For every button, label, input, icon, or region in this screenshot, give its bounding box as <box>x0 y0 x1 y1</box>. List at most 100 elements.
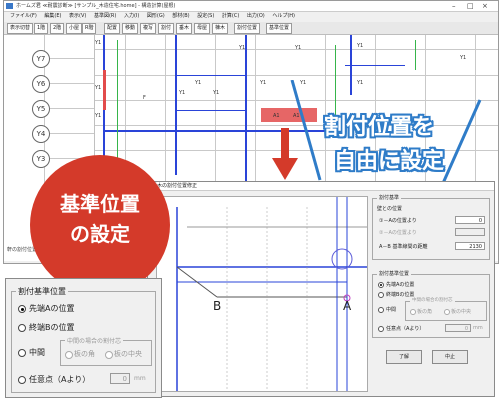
tool-layout-position[interactable]: 割付位置 <box>234 23 261 34</box>
tool-view-toggle[interactable]: 表示切替 <box>7 23 34 34</box>
minimize-icon[interactable]: – <box>452 1 456 11</box>
axis-y6: Y6 <box>32 75 50 93</box>
zoom-radio-arbitrary-label: 任意点（Aより） <box>29 375 91 384</box>
radio-middle-label: 中間 <box>386 307 397 313</box>
tool-ridge[interactable]: 棟木 <box>212 23 229 34</box>
base-position-legend: 割付基準位置 <box>377 270 412 277</box>
axis-y3: Y3 <box>32 150 50 168</box>
bubble-line2: の設定 <box>70 222 130 246</box>
radio-board-corner-label: 板の角 <box>417 309 433 315</box>
menu-calc[interactable]: 計算(C) <box>222 13 239 19</box>
wall-position-label: 壁との位置 <box>377 206 402 212</box>
radio-board-corner[interactable] <box>410 309 416 315</box>
menu-input[interactable]: 入力(I) <box>124 13 139 19</box>
dialog-preview: B A <box>156 196 368 392</box>
rafter-layout-dialog: 垂木の割付位置修正 B A 割付基準 壁との位置 ①－Aの位置より 0 ②－Aの… <box>147 181 495 397</box>
base-position-callout: 基準位置 の設定 <box>30 155 170 305</box>
tool-floor1[interactable]: 1階 <box>34 23 49 34</box>
tool-floor2[interactable]: 2階 <box>50 23 65 34</box>
canvas-label: Y1 <box>95 85 102 91</box>
middle-core-group: 中間の場合の割付芯 板の角 板の中央 <box>405 297 487 321</box>
radio-board-center-label: 板の中央 <box>451 309 472 315</box>
zoom-radio-start-a[interactable] <box>18 305 26 313</box>
app-icon <box>6 3 13 9</box>
down-arrow-icon <box>272 128 298 180</box>
tool-move[interactable]: 移動 <box>122 23 139 34</box>
canvas-label: Y1 <box>213 90 220 96</box>
zoom-radio-board-center[interactable] <box>105 351 113 359</box>
menu-bar: ファイル(F) 編集(E) 表示(V) 基準図(R) 入力(I) 図形(G) 部… <box>4 11 498 21</box>
canvas-label: Y1 <box>460 55 467 61</box>
preview-label-a: A <box>343 299 352 313</box>
axis-y4: Y4 <box>32 125 50 143</box>
canvas-label: Y1 <box>195 80 202 86</box>
cancel-button[interactable]: 中止 <box>432 350 468 364</box>
zoom-radio-board-center-label: 板の中央 <box>114 350 142 358</box>
canvas-label: Y1 <box>239 45 246 51</box>
radio-board-center[interactable] <box>444 309 450 315</box>
preview-label-b: B <box>213 299 222 313</box>
maximize-icon[interactable]: □ <box>467 1 474 11</box>
tool-base-position[interactable]: 基準位置 <box>266 23 293 34</box>
row3-label: A－B 基準線間の距離 <box>379 244 428 250</box>
zoom-middle-core-group: 中間の場合の割付芯 板の角 板の中央 <box>60 336 152 366</box>
canvas-label: Y1 <box>357 43 364 49</box>
row1-input[interactable]: 0 <box>455 216 485 224</box>
menu-help[interactable]: ヘルプ(H) <box>272 13 295 19</box>
zoom-radio-arbitrary[interactable] <box>18 376 26 384</box>
menu-edit[interactable]: 編集(E) <box>44 13 61 19</box>
layout-position-callout: 割付位置を 自由に設定 <box>316 105 492 175</box>
callout-right-line1: 割付位置を <box>324 115 435 140</box>
menu-file[interactable]: ファイル(F) <box>10 13 37 19</box>
row1-label: ①－Aの位置より <box>379 218 417 224</box>
window-title: ホームズ君 ≪耐震診断≫ [サンプル_木造住宅.home] - 構造計算(屋根) <box>16 3 176 9</box>
canvas-label: Y1 <box>295 45 302 51</box>
axis-y7: Y7 <box>32 50 50 68</box>
menu-view[interactable]: 表示(V) <box>69 13 86 19</box>
zoomed-base-position-panel: 割付基準位置 先端Aの位置 終端Bの位置 中間 中間の場合の割付芯 板の角 板の… <box>5 278 162 398</box>
axis-y5: Y5 <box>32 100 50 118</box>
zoom-radio-end-b-label: 終端Bの位置 <box>29 323 75 332</box>
zoom-arbitrary-input[interactable]: 0 <box>110 373 130 384</box>
toolbar: 表示切替 1階 2階 小屋 R階 配置 移動 複写 割付 垂木 母屋 棟木 割付… <box>4 22 498 35</box>
zoom-radio-middle[interactable] <box>18 349 26 357</box>
zoom-arbitrary-unit: mm <box>134 375 146 382</box>
canvas-label: F <box>143 95 146 101</box>
menu-reference[interactable]: 基準図(R) <box>94 13 116 19</box>
zoom-radio-board-corner[interactable] <box>65 351 73 359</box>
menu-settings[interactable]: 設定(S) <box>197 13 214 19</box>
layout-basis-legend: 割付基準 <box>377 194 402 201</box>
row2-label: ②－Aの位置より <box>379 230 417 236</box>
tool-purlin[interactable]: 母屋 <box>194 23 211 34</box>
ok-button[interactable]: 了解 <box>386 350 422 364</box>
radio-middle[interactable] <box>378 307 384 313</box>
radio-start-a[interactable] <box>378 282 384 288</box>
arbitrary-input[interactable]: 0 <box>445 324 471 332</box>
tool-roof[interactable]: R階 <box>82 23 97 34</box>
menu-output[interactable]: 出力(O) <box>247 13 265 19</box>
radio-end-b[interactable] <box>378 292 384 298</box>
tool-copy[interactable]: 複写 <box>140 23 157 34</box>
menu-shape[interactable]: 図形(G) <box>147 13 165 19</box>
tool-rafter[interactable]: 垂木 <box>176 23 193 34</box>
canvas-label: Y1 <box>179 90 186 96</box>
zoom-radio-middle-label: 中間 <box>29 348 45 357</box>
row3-input[interactable]: 2130 <box>455 242 485 250</box>
tool-layout[interactable]: 割付 <box>158 23 175 34</box>
menu-member[interactable]: 部材(B) <box>172 13 189 19</box>
tool-place[interactable]: 配置 <box>104 23 121 34</box>
dialog-title: 垂木の割付位置修正 <box>148 182 494 191</box>
arbitrary-unit: mm <box>473 325 483 331</box>
radio-start-a-label: 先端Aの位置 <box>386 282 415 288</box>
zoom-radio-end-b[interactable] <box>18 324 26 332</box>
middle-core-legend: 中間の場合の割付芯 <box>410 297 455 303</box>
canvas-label: Y1 <box>260 80 267 86</box>
radio-arbitrary-label: 任意点（Aより） <box>386 326 425 332</box>
close-icon[interactable]: × <box>482 1 488 11</box>
bubble-line1: 基準位置 <box>60 192 140 216</box>
layout-base-position-group: 割付基準位置 先端Aの位置 終端Bの位置 中間 中間の場合の割付芯 板の角 板の… <box>372 270 490 338</box>
zoom-group: 割付基準位置 先端Aの位置 終端Bの位置 中間 中間の場合の割付芯 板の角 板の… <box>11 286 156 393</box>
row2-input[interactable] <box>455 228 485 236</box>
tool-attic[interactable]: 小屋 <box>66 23 83 34</box>
radio-arbitrary[interactable] <box>378 326 384 332</box>
